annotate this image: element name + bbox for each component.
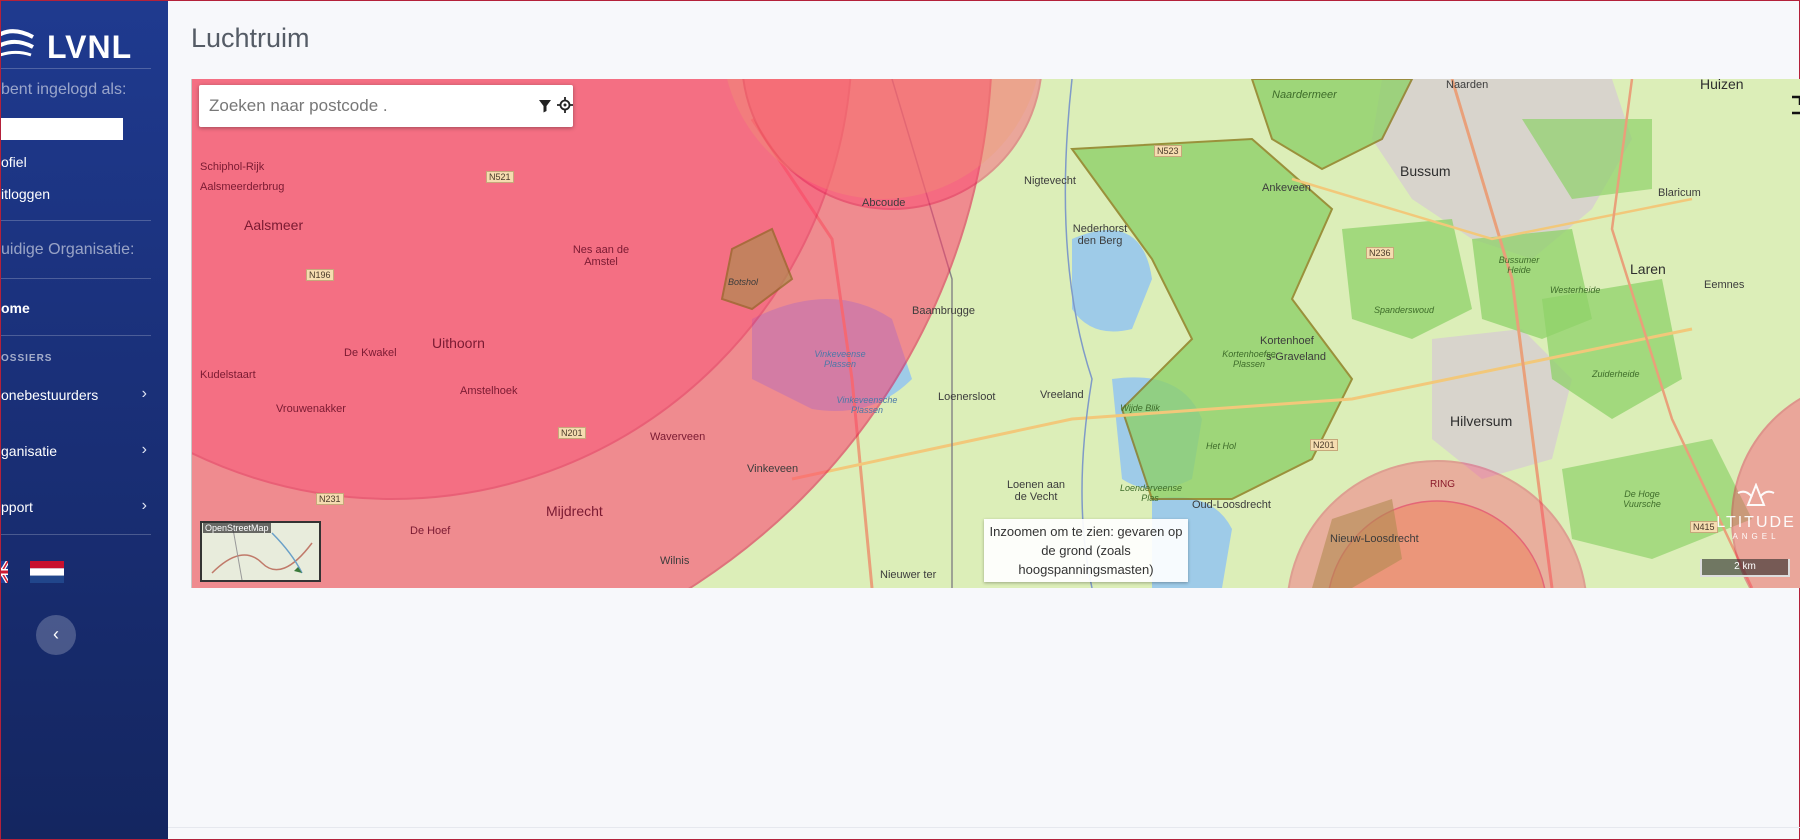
road-shield: N521 <box>486 171 514 183</box>
map-label: Nigtevecht <box>1024 175 1076 187</box>
map-label: Nes aan de Amstel <box>572 244 630 268</box>
map-label: Spanderswoud <box>1374 305 1435 315</box>
map-label: Aalsmeer <box>244 217 304 233</box>
filter-icon[interactable] <box>538 99 552 113</box>
uk-flag-icon[interactable] <box>1 561 8 583</box>
sidebar-divider <box>1 534 151 535</box>
map-label: Nieuw-Loosdrecht <box>1330 533 1419 545</box>
map-label: Kudelstaart <box>200 369 256 381</box>
map-label: Waverveen <box>650 431 706 443</box>
nl-flag-icon[interactable] <box>30 561 64 583</box>
map-label: Nederhorst den Berg <box>1072 223 1128 247</box>
sidebar-divider <box>1 335 151 336</box>
logged-in-label: bent ingelogd als: <box>1 81 127 98</box>
chevron-right-icon: › <box>141 441 147 458</box>
altitude-angel-logo: LTITUDE ANGEL <box>1710 482 1800 541</box>
sidebar-section-header: OSSIERS <box>1 353 53 364</box>
sidebar-item-label: ganisatie <box>1 443 58 459</box>
map-label: Botshol <box>728 277 759 287</box>
map-label: Wilnis <box>660 555 690 567</box>
sidebar-item-organisatie[interactable]: ganisatie › <box>1 440 151 464</box>
organization-label: uidige Organisatie: <box>1 241 135 258</box>
map-label: Loenderveense Plas <box>1120 483 1183 503</box>
map-label: Vreeland <box>1040 389 1084 401</box>
map-search <box>199 85 573 127</box>
sidebar-item-dronebestuurders[interactable]: onebestuurders › <box>1 384 151 408</box>
content-bottom-rule <box>168 827 1800 828</box>
map-label: Naarden <box>1446 79 1489 91</box>
lvnl-swoosh-icon <box>1 29 34 57</box>
map-label: Kortenhoef <box>1260 335 1314 347</box>
map-label: Uithoorn <box>432 335 485 351</box>
sidebar-item-support[interactable]: pport › <box>1 496 151 520</box>
sidebar-item-label: onebestuurders <box>1 387 99 403</box>
map-label: Naardermeer <box>1272 89 1337 101</box>
logout-link[interactable]: itloggen <box>1 186 50 202</box>
crosshair-icon[interactable] <box>557 97 573 113</box>
map-label: De Hoef <box>410 525 451 537</box>
map-label: Bussum <box>1400 163 1451 179</box>
road-shield: N201 <box>1310 439 1338 451</box>
minimap-label: OpenStreetMap <box>203 523 271 533</box>
map-label: Vinkeveense Plassen <box>814 349 866 369</box>
map-label: De Kwakel <box>344 347 397 359</box>
map-label: Het Hol <box>1206 441 1237 451</box>
lvnl-logo[interactable]: LVNL <box>1 15 168 65</box>
chevron-right-icon: › <box>141 497 147 514</box>
map-label: Zuiderheide <box>1592 369 1640 379</box>
logo-text: LVNL <box>47 29 133 65</box>
map-label: Loenersloot <box>938 391 996 403</box>
map-label: Baambrugge <box>912 305 975 317</box>
map-label: Schiphol-Rijk <box>200 161 265 173</box>
airspace-map[interactable]: Schiphol-Rijk Aalsmeerderbrug Aalsmeer U… <box>191 79 1800 588</box>
sidebar-item-home[interactable]: ome <box>1 300 30 316</box>
overview-minimap[interactable]: OpenStreetMap <box>200 521 321 582</box>
map-label: Bussumer Heide <box>1498 255 1540 275</box>
map-label: Aalsmeerderbrug <box>200 181 285 193</box>
map-label: Ankeveen <box>1262 182 1311 194</box>
road-shield: N201 <box>558 427 586 439</box>
sidebar-divider <box>1 68 151 69</box>
map-label: Kortenhoefse Plassen <box>1222 349 1276 369</box>
page-title: Luchtruim <box>191 23 310 53</box>
map-label: Hilversum <box>1450 413 1513 429</box>
map-label: Vinkeveen <box>747 463 799 475</box>
map-scale: 2 km <box>1700 559 1790 577</box>
road-shield: N523 <box>1154 145 1182 157</box>
sidebar-divider <box>1 220 151 221</box>
map-label: Oud-Loosdrecht <box>1192 499 1271 511</box>
map-label: Vinkeveensche Plassen <box>836 395 898 415</box>
profile-link[interactable]: ofiel <box>1 154 27 170</box>
brand-sub: ANGEL <box>1732 532 1780 541</box>
sidebar: LVNL bent ingelogd als: ofiel itloggen u… <box>1 1 168 839</box>
map-label: Amstelhoek <box>460 385 518 397</box>
map-label: Vrouwenakker <box>276 403 346 415</box>
map-label: Abcoude <box>862 197 906 209</box>
map-label: Eemnes <box>1704 279 1745 291</box>
brand-name: LTITUDE <box>1716 514 1796 531</box>
map-label: De Hoge Vuursche <box>1623 489 1661 509</box>
map-label: Mijdrecht <box>546 503 603 519</box>
road-shield: N196 <box>306 269 334 281</box>
sidebar-divider <box>1 278 151 279</box>
angel-wings-icon <box>1737 482 1775 506</box>
map-label: Laren <box>1630 261 1666 277</box>
road-shield: N231 <box>316 493 344 505</box>
map-label: Wijde Blik <box>1120 403 1160 413</box>
map-label: Huizen <box>1700 79 1744 92</box>
map-base-layer <box>192 79 1800 588</box>
zoom-hint-tooltip: Inzoomen om te zien: gevaren op de grond… <box>984 519 1188 582</box>
map-label: Nieuwer ter <box>880 569 937 581</box>
postcode-search-input[interactable] <box>207 93 511 119</box>
road-shield: N236 <box>1366 247 1394 259</box>
user-field[interactable] <box>1 118 123 140</box>
chevron-right-icon: › <box>141 385 147 402</box>
fullscreen-icon[interactable] <box>1790 95 1800 115</box>
collapse-sidebar-button[interactable]: ‹ <box>36 615 76 655</box>
sidebar-item-label: pport <box>1 499 33 515</box>
map-label: RING <box>1430 479 1455 490</box>
map-label: Westerheide <box>1550 285 1601 295</box>
map-label: Blaricum <box>1658 187 1701 199</box>
map-label: Loenen aan de Vecht <box>1006 479 1066 503</box>
